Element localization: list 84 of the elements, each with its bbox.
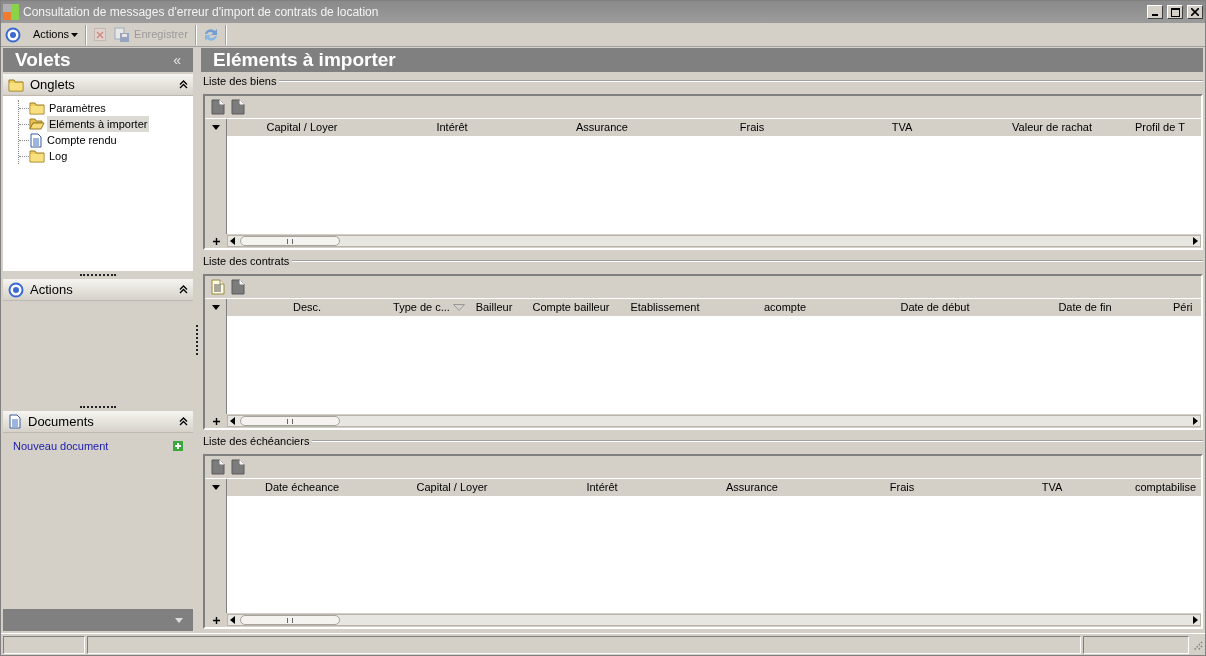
column-header[interactable]: Frais [827, 479, 977, 496]
plus-icon [212, 417, 220, 425]
dropdown-caret-icon[interactable] [211, 125, 220, 130]
column-header[interactable]: Intérêt [377, 119, 527, 136]
column-header[interactable]: Date de fin [1005, 299, 1165, 316]
open-folder-icon [29, 117, 45, 131]
resize-grip-icon[interactable] [1191, 638, 1203, 651]
column-header[interactable]: Bailleur [471, 299, 517, 316]
scroll-left-icon[interactable] [228, 416, 238, 426]
column-header[interactable]: TVA [827, 119, 977, 136]
section-title: Liste des biens [203, 73, 278, 89]
column-header[interactable]: Péri [1165, 299, 1201, 316]
sidebar-title: Volets [15, 47, 72, 72]
column-header[interactable]: Date de début [865, 299, 1005, 316]
document-icon [29, 132, 43, 148]
collapse-icon[interactable] [179, 417, 188, 426]
folder-icon [8, 77, 24, 92]
column-header[interactable]: Intérêt [527, 479, 677, 496]
collapse-icon[interactable] [179, 285, 188, 294]
scroll-right-icon[interactable] [1190, 615, 1200, 625]
section-title: Liste des contrats [203, 253, 291, 269]
save-icon [114, 26, 131, 43]
minimize-button[interactable] [1147, 5, 1163, 19]
scroll-right-icon[interactable] [1190, 416, 1200, 426]
window-title: Consultation de messages d'erreur d'import de contrats de location [23, 4, 380, 21]
maximize-icon [1170, 7, 1180, 17]
column-header[interactable]: Capital / Loyer [377, 479, 527, 496]
horizontal-scrollbar[interactable] [227, 415, 1201, 427]
new-document-link[interactable]: Nouveau document [13, 438, 109, 455]
sheet-icon[interactable] [211, 459, 225, 475]
sheet-icon[interactable] [211, 99, 225, 115]
dropdown-caret-icon[interactable] [211, 485, 220, 490]
document-icon [8, 414, 22, 429]
column-header[interactable]: Valeur de rachat [977, 119, 1127, 136]
column-header[interactable]: Type de c... [387, 299, 471, 316]
caret-icon [71, 32, 79, 37]
actions-menu[interactable]: Actions [29, 26, 83, 43]
panel-title: Onglets [30, 75, 76, 94]
horizontal-scrollbar[interactable] [227, 614, 1201, 626]
sheet-icon[interactable] [231, 279, 245, 295]
column-header[interactable]: Profil de T [1127, 119, 1201, 136]
expand-panels-icon[interactable] [175, 617, 183, 623]
column-header[interactable]: Frais [677, 119, 827, 136]
app-icon [3, 4, 19, 20]
tree-item[interactable]: Log [47, 147, 70, 165]
close-icon [1191, 8, 1199, 16]
column-header[interactable]: acompte [705, 299, 865, 316]
scroll-left-icon[interactable] [228, 615, 238, 625]
panel-title: Documents [28, 412, 95, 431]
plus-icon [212, 616, 220, 624]
circle-icon [5, 26, 21, 43]
delete-icon [94, 28, 107, 41]
scroll-right-icon[interactable] [1190, 236, 1200, 246]
tree-item[interactable]: Paramètres [47, 99, 108, 117]
column-header[interactable]: Capital / Loyer [227, 119, 377, 136]
section-title: Liste des échéanciers [203, 433, 311, 449]
folder-icon [29, 101, 45, 115]
circle-icon [8, 281, 24, 298]
panel-title: Actions [30, 280, 74, 299]
panel-header[interactable]: Documents [3, 411, 193, 433]
column-header[interactable]: Date écheance [227, 479, 377, 496]
sheet-icon[interactable] [231, 459, 245, 475]
horizontal-scrollbar[interactable] [227, 235, 1201, 247]
dropdown-caret-icon[interactable] [211, 305, 220, 310]
maximize-button[interactable] [1167, 5, 1183, 19]
panel-header[interactable]: Onglets [3, 74, 193, 96]
page-title: Eléments à importer [213, 47, 396, 72]
column-header[interactable]: Assurance [527, 119, 677, 136]
column-header[interactable]: comptabilise [1127, 479, 1201, 496]
add-icon[interactable] [173, 441, 183, 452]
column-header[interactable]: Compte bailleur [517, 299, 625, 316]
plus-icon [212, 237, 220, 245]
column-header[interactable]: Etablissement [625, 299, 705, 316]
collapse-icon[interactable] [179, 80, 188, 89]
column-header[interactable]: TVA [977, 479, 1127, 496]
tree-item[interactable]: Compte rendu [45, 131, 119, 149]
column-header[interactable]: Assurance [677, 479, 827, 496]
scroll-left-icon[interactable] [228, 236, 238, 246]
panel-header[interactable]: Actions [3, 279, 193, 301]
sheet-icon[interactable] [231, 99, 245, 115]
close-button[interactable] [1187, 5, 1203, 19]
tree-item[interactable]: Eléments à importer [47, 115, 150, 133]
folder-icon [29, 149, 45, 163]
column-header[interactable]: Desc. [227, 299, 387, 316]
